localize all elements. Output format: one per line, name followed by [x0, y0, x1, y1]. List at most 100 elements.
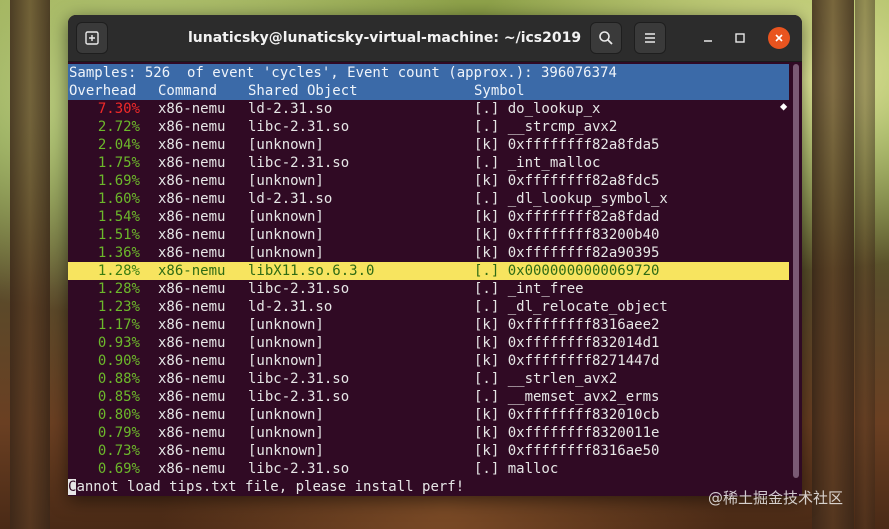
shared-object-cell: [unknown] [248, 407, 324, 423]
overhead-cell: 0.90% [97, 353, 140, 369]
overhead-cell: 1.69% [97, 173, 140, 189]
command-cell: x86-nemu [158, 353, 226, 369]
watermark: @稀土掘金技术社区 [708, 489, 844, 507]
table-row[interactable]: 1.51% x86-nemu [unknown] [k] 0xffffffff8320… [68, 226, 789, 244]
table-row-selected[interactable]: 1.28% x86-nemu libX11.so.6.3.0 [.] 0x000000… [68, 262, 789, 280]
table-row[interactable]: 0.69% x86-nemu libc-2.31.so [.] malloc [68, 460, 789, 478]
col-command-header: Command [158, 83, 218, 99]
table-row[interactable]: 1.60% x86-nemu ld-2.31.so [.] _dl_lookup_sy… [68, 190, 789, 208]
shared-object-cell: [unknown] [248, 443, 324, 459]
command-cell: x86-nemu [158, 263, 226, 279]
window-title: lunaticsky@lunaticsky-virtual-machine: ~… [188, 30, 582, 46]
menu-button[interactable] [634, 22, 666, 54]
new-tab-icon [85, 31, 99, 45]
search-icon [599, 31, 613, 45]
shared-object-cell: [unknown] [248, 317, 324, 333]
symbol-cell: [.] __strlen_avx2 [474, 371, 618, 387]
scrollbar[interactable] [793, 64, 799, 478]
search-button[interactable] [590, 22, 622, 54]
overhead-cell: 1.23% [97, 299, 140, 315]
overhead-cell: 0.85% [97, 389, 140, 405]
table-row[interactable]: 1.28% x86-nemu libc-2.31.so [.] _int_free [68, 280, 789, 298]
overhead-cell: 1.28% [97, 281, 140, 297]
table-row[interactable]: 7.30% x86-nemu ld-2.31.so [.] do_lookup_x [68, 100, 789, 118]
symbol-cell: [k] 0xffffffff8320011e [474, 425, 660, 441]
command-cell: x86-nemu [158, 155, 226, 171]
command-cell: x86-nemu [158, 119, 226, 135]
overhead-cell: 0.88% [97, 371, 140, 387]
command-cell: x86-nemu [158, 101, 226, 117]
command-cell: x86-nemu [158, 425, 226, 441]
overhead-cell: 0.69% [97, 461, 140, 477]
overhead-cell: 1.75% [97, 155, 140, 171]
command-cell: x86-nemu [158, 227, 226, 243]
table-row[interactable]: 1.17% x86-nemu [unknown] [k] 0xffffffff8316… [68, 316, 789, 334]
overhead-cell: 2.72% [97, 119, 140, 135]
col-shared-object-header: Shared Object [248, 83, 358, 99]
command-cell: x86-nemu [158, 245, 226, 261]
close-button[interactable] [768, 27, 790, 49]
symbol-cell: [.] __memset_avx2_erms [474, 389, 660, 405]
table-row[interactable]: 0.93% x86-nemu [unknown] [k] 0xffffffff8320… [68, 334, 789, 352]
table-row[interactable]: 0.90% x86-nemu [unknown] [k] 0xffffffff8271… [68, 352, 789, 370]
shared-object-cell: libX11.so.6.3.0 [248, 263, 375, 279]
table-row[interactable]: 0.88% x86-nemu libc-2.31.so [.] __strlen_av… [68, 370, 789, 388]
symbol-cell: [k] 0xffffffff832010cb [474, 407, 660, 423]
overhead-cell: 0.73% [97, 443, 140, 459]
shared-object-cell: libc-2.31.so [248, 155, 350, 171]
shared-object-cell: [unknown] [248, 245, 324, 261]
shared-object-cell: libc-2.31.so [248, 461, 350, 477]
maximize-button[interactable] [730, 28, 750, 48]
shared-object-cell: ld-2.31.so [248, 191, 333, 207]
symbol-cell: [.] _int_free [474, 281, 584, 297]
table-row[interactable]: 0.85% x86-nemu libc-2.31.so [.] __memset_av… [68, 388, 789, 406]
symbol-cell: [.] _dl_lookup_symbol_x [474, 191, 668, 207]
shared-object-cell: libc-2.31.so [248, 389, 350, 405]
minimize-button[interactable] [698, 28, 718, 48]
shared-object-cell: [unknown] [248, 227, 324, 243]
shared-object-cell: ld-2.31.so [248, 101, 333, 117]
scroll-position-marker-icon: ◆ [780, 99, 788, 113]
table-row[interactable]: 1.23% x86-nemu ld-2.31.so [.] _dl_relocate_… [68, 298, 789, 316]
table-row[interactable]: 1.54% x86-nemu [unknown] [k] 0xffffffff82a8… [68, 208, 789, 226]
table-row[interactable]: 1.75% x86-nemu libc-2.31.so [.] _int_malloc [68, 154, 789, 172]
command-cell: x86-nemu [158, 173, 226, 189]
command-cell: x86-nemu [158, 389, 226, 405]
perf-summary: Samples: 526 of event 'cycles', Event co… [69, 65, 617, 81]
table-row[interactable]: 1.69% x86-nemu [unknown] [k] 0xffffffff82a8… [68, 172, 789, 190]
background-tree-trunk [10, 0, 50, 529]
shared-object-cell: [unknown] [248, 353, 324, 369]
title-bar[interactable]: lunaticsky@lunaticsky-virtual-machine: ~… [68, 15, 802, 62]
status-line: Cannot load tips.txt file, please instal… [68, 478, 789, 496]
overhead-cell: 0.93% [97, 335, 140, 351]
command-cell: x86-nemu [158, 407, 226, 423]
overhead-cell: 1.17% [97, 317, 140, 333]
command-cell: x86-nemu [158, 209, 226, 225]
table-row[interactable]: 0.73% x86-nemu [unknown] [k] 0xffffffff8316… [68, 442, 789, 460]
symbol-cell: [.] do_lookup_x [474, 101, 601, 117]
symbol-cell: [k] 0xffffffff82a90395 [474, 245, 660, 261]
table-row[interactable]: 0.79% x86-nemu [unknown] [k] 0xffffffff8320… [68, 424, 789, 442]
symbol-cell: [.] _dl_relocate_object [474, 299, 668, 315]
symbol-cell: [.] 0x0000000000069720 [474, 263, 660, 279]
overhead-cell: 0.79% [97, 425, 140, 441]
terminal-window: lunaticsky@lunaticsky-virtual-machine: ~… [68, 15, 802, 496]
overhead-cell: 1.54% [97, 209, 140, 225]
symbol-cell: [k] 0xffffffff8316ae50 [474, 443, 660, 459]
table-row[interactable]: 1.36% x86-nemu [unknown] [k] 0xffffffff82a9… [68, 244, 789, 262]
background-tree-trunk [812, 0, 854, 529]
terminal-content[interactable]: Samples: 526 of event 'cycles', Event co… [68, 62, 802, 496]
command-cell: x86-nemu [158, 371, 226, 387]
symbol-cell: [.] malloc [474, 461, 559, 477]
table-row[interactable]: 0.80% x86-nemu [unknown] [k] 0xffffffff8320… [68, 406, 789, 424]
symbol-cell: [k] 0xffffffff8316aee2 [474, 317, 660, 333]
col-symbol-header: Symbol [474, 83, 525, 99]
symbol-cell: [k] 0xffffffff82a8fda5 [474, 137, 660, 153]
close-icon [775, 34, 783, 42]
shared-object-cell: libc-2.31.so [248, 281, 350, 297]
column-header-row: Overhead Command Shared Object Symbol [68, 82, 789, 100]
shared-object-cell: [unknown] [248, 209, 324, 225]
new-tab-button[interactable] [76, 22, 108, 54]
table-row[interactable]: 2.72% x86-nemu libc-2.31.so [.] __strcmp_av… [68, 118, 789, 136]
table-row[interactable]: 2.04% x86-nemu [unknown] [k] 0xffffffff82a8… [68, 136, 789, 154]
